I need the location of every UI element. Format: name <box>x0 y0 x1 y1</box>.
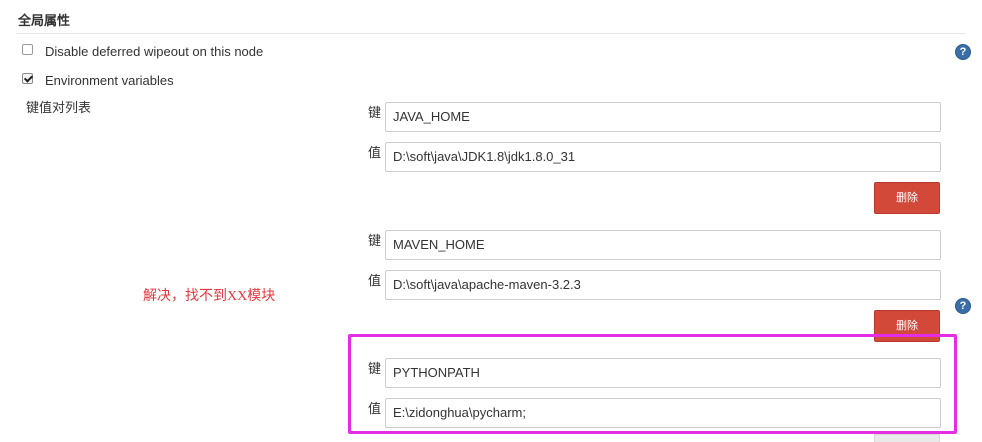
value-label: 值 <box>368 273 382 288</box>
key-input[interactable]: JAVA_HOME <box>385 102 941 132</box>
environment-variables-label: Environment variables <box>45 73 174 88</box>
help-icon[interactable]: ? <box>955 298 971 314</box>
annotation-highlight-box <box>348 334 957 434</box>
value-label: 值 <box>368 145 382 160</box>
environment-variables-checkbox[interactable] <box>22 73 33 84</box>
section-divider <box>16 33 966 34</box>
disable-wipeout-label: Disable deferred wipeout on this node <box>45 44 264 59</box>
delete-button-partial[interactable] <box>874 434 940 442</box>
section-title: 全局属性 <box>18 13 71 28</box>
value-input[interactable]: D:\soft\java\JDK1.8\jdk1.8.0_31 <box>385 142 941 172</box>
annotation-text: 解决，找不到XX模块 <box>143 289 276 304</box>
key-label: 键 <box>368 233 382 248</box>
delete-button[interactable]: 删除 <box>874 182 940 214</box>
kv-list-title: 键值对列表 <box>26 100 92 115</box>
disable-wipeout-checkbox[interactable] <box>22 44 33 55</box>
value-input[interactable]: D:\soft\java\apache-maven-3.2.3 <box>385 270 941 300</box>
help-icon[interactable]: ? <box>955 44 971 60</box>
key-input[interactable]: MAVEN_HOME <box>385 230 941 260</box>
key-label: 键 <box>368 105 382 120</box>
